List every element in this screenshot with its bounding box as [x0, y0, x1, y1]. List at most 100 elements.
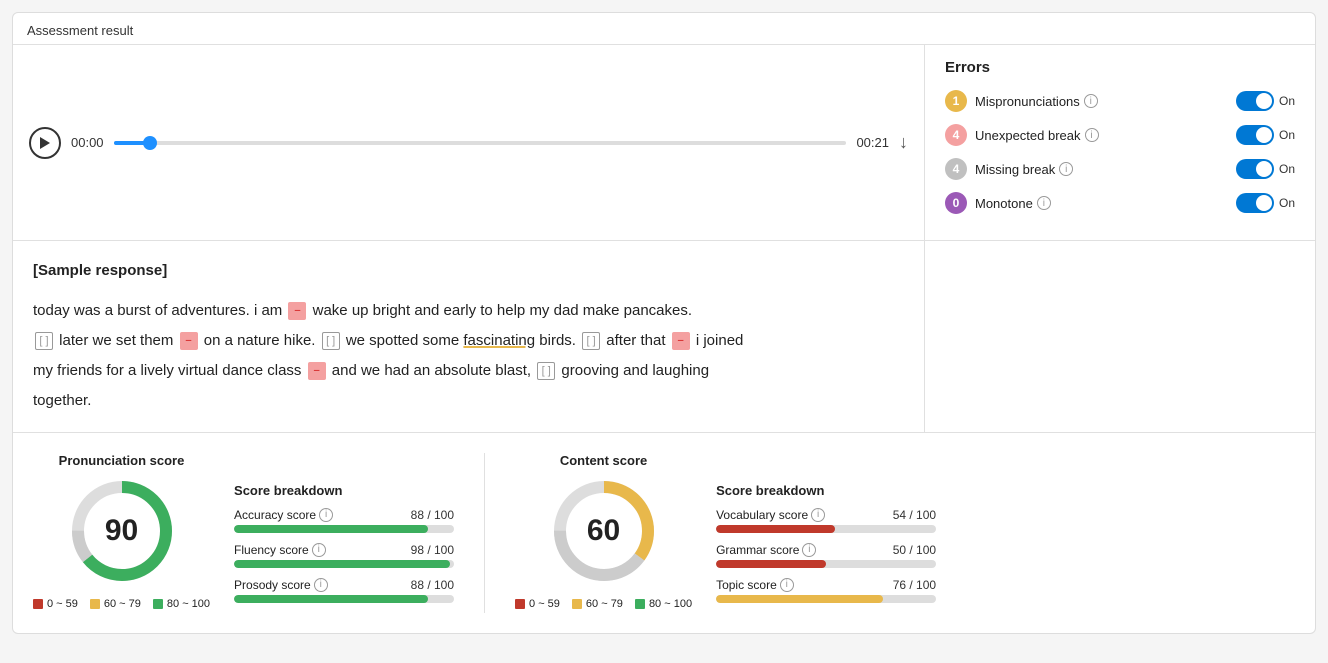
legend-dot-high [153, 599, 163, 609]
grammar-label: Grammar score i [716, 543, 816, 557]
section-divider [484, 453, 485, 613]
vocabulary-label-row: Vocabulary score i 54 / 100 [716, 508, 936, 522]
content-legend-label-mid: 60 ~ 79 [586, 598, 623, 610]
legend-label-low: 0 ~ 59 [47, 598, 78, 610]
mispronunciations-toggle-wrap: On [1236, 91, 1295, 111]
assessment-result-panel: Assessment result 00:00 00:21 ↓ Errors 1… [12, 12, 1316, 634]
prosody-bar-row: Prosody score i 88 / 100 [234, 578, 454, 603]
missing-break-toggle[interactable] [1236, 159, 1274, 179]
time-start: 00:00 [71, 135, 104, 150]
text-line-1: today was a burst of adventures. i am – … [33, 296, 904, 326]
unexpected-break-toggle[interactable] [1236, 125, 1274, 145]
unexpected-break-label: Unexpected break i [975, 128, 1228, 143]
error-row-unexpected-break: 4 Unexpected break i On [945, 124, 1295, 146]
vocabulary-bar-row: Vocabulary score i 54 / 100 [716, 508, 936, 533]
legend-dot-mid [90, 599, 100, 609]
unexpected-break-info-icon[interactable]: i [1085, 128, 1099, 142]
text-content: [Sample response] today was a burst of a… [13, 241, 925, 432]
monotone-toggle[interactable] [1236, 193, 1274, 213]
errors-panel: Errors 1 Mispronunciations i On 4 Unexpe… [925, 45, 1315, 240]
legend-item-mid: 60 ~ 79 [90, 598, 141, 610]
accuracy-label: Accuracy score i [234, 508, 333, 522]
missing-break-toggle-label: On [1279, 162, 1295, 176]
fluency-bar-track [234, 560, 454, 568]
content-breakdown: Score breakdown Vocabulary score i 54 / … [716, 453, 936, 613]
monotone-toggle-label: On [1279, 196, 1295, 210]
monotone-label: Monotone i [975, 196, 1228, 211]
legend-label-mid: 60 ~ 79 [104, 598, 141, 610]
topic-bar-row: Topic score i 76 / 100 [716, 578, 936, 603]
accuracy-info-icon[interactable]: i [319, 508, 333, 522]
pronunciation-score-title: Pronunciation score [59, 453, 185, 468]
prosody-bar-track [234, 595, 454, 603]
content-score-value: 60 [587, 514, 620, 548]
audio-player: 00:00 00:21 ↓ [13, 45, 925, 240]
bottom-section: Pronunciation score 90 0 ~ 59 60 ~ 79 [13, 433, 1315, 633]
highlighted-word-fascinating: fascinating [463, 332, 535, 349]
content-score-title: Content score [560, 453, 647, 468]
mispronunciations-toggle-label: On [1279, 94, 1295, 108]
grammar-bar-row: Grammar score i 50 / 100 [716, 543, 936, 568]
prosody-label: Prosody score i [234, 578, 328, 592]
monotone-toggle-wrap: On [1236, 193, 1295, 213]
error-marker-4: – [308, 362, 326, 380]
grammar-bar-fill [716, 560, 826, 568]
content-score-block: Content score 60 0 ~ 59 [515, 453, 692, 613]
content-breakdown-title: Score breakdown [716, 483, 936, 498]
vocabulary-bar-fill [716, 525, 835, 533]
vocabulary-info-icon[interactable]: i [811, 508, 825, 522]
legend-dot-low [33, 599, 43, 609]
content-legend: 0 ~ 59 60 ~ 79 80 ~ 100 [515, 598, 692, 610]
sample-label: [Sample response] [33, 257, 904, 286]
download-button[interactable]: ↓ [899, 132, 908, 153]
pronunciation-breakdown: Score breakdown Accuracy score i 88 / 10… [234, 453, 454, 613]
mispronunciations-toggle[interactable] [1236, 91, 1274, 111]
missing-break-info-icon[interactable]: i [1059, 162, 1073, 176]
vocabulary-bar-track [716, 525, 936, 533]
content-legend-label-high: 80 ~ 100 [649, 598, 692, 610]
progress-bar[interactable] [114, 141, 847, 145]
break-marker-1: [ ] [35, 332, 53, 350]
topic-info-icon[interactable]: i [780, 578, 794, 592]
accuracy-label-row: Accuracy score i 88 / 100 [234, 508, 454, 522]
mispronunciations-label: Mispronunciations i [975, 94, 1228, 109]
monotone-info-icon[interactable]: i [1037, 196, 1051, 210]
content-legend-dot-high [635, 599, 645, 609]
fluency-bar-fill [234, 560, 450, 568]
grammar-bar-track [716, 560, 936, 568]
top-section: 00:00 00:21 ↓ Errors 1 Mispronunciations… [13, 44, 1315, 241]
content-legend-item-mid: 60 ~ 79 [572, 598, 623, 610]
pronunciation-legend: 0 ~ 59 60 ~ 79 80 ~ 100 [33, 598, 210, 610]
text-line-2: [ ] later we set them – on a nature hike… [33, 326, 904, 356]
fluency-bar-row: Fluency score i 98 / 100 [234, 543, 454, 568]
missing-break-label: Missing break i [975, 162, 1228, 177]
text-body: today was a burst of adventures. i am – … [33, 296, 904, 416]
errors-spacer [925, 241, 1315, 432]
prosody-info-icon[interactable]: i [314, 578, 328, 592]
pronunciation-score-block: Pronunciation score 90 0 ~ 59 60 ~ 79 [33, 453, 210, 613]
legend-item-low: 0 ~ 59 [33, 598, 78, 610]
page-title: Assessment result [13, 13, 1315, 44]
unexpected-break-badge: 4 [945, 124, 967, 146]
topic-bar-track [716, 595, 936, 603]
unexpected-break-toggle-label: On [1279, 128, 1295, 142]
break-marker-4: [ ] [537, 362, 555, 380]
content-legend-dot-low [515, 599, 525, 609]
accuracy-bar-row: Accuracy score i 88 / 100 [234, 508, 454, 533]
fluency-value: 98 / 100 [411, 543, 454, 557]
content-legend-label-low: 0 ~ 59 [529, 598, 560, 610]
text-section: [Sample response] today was a burst of a… [13, 241, 1315, 433]
break-marker-2: [ ] [322, 332, 340, 350]
error-row-mispronunciations: 1 Mispronunciations i On [945, 90, 1295, 112]
content-legend-item-low: 0 ~ 59 [515, 598, 560, 610]
grammar-info-icon[interactable]: i [802, 543, 816, 557]
text-line-3: my friends for a lively virtual dance cl… [33, 356, 904, 386]
fluency-info-icon[interactable]: i [312, 543, 326, 557]
grammar-value: 50 / 100 [893, 543, 936, 557]
mispronunciations-info-icon[interactable]: i [1084, 94, 1098, 108]
vocabulary-value: 54 / 100 [893, 508, 936, 522]
text-line-4: together. [33, 386, 904, 416]
play-button[interactable] [29, 127, 61, 159]
fluency-label: Fluency score i [234, 543, 326, 557]
accuracy-value: 88 / 100 [411, 508, 454, 522]
